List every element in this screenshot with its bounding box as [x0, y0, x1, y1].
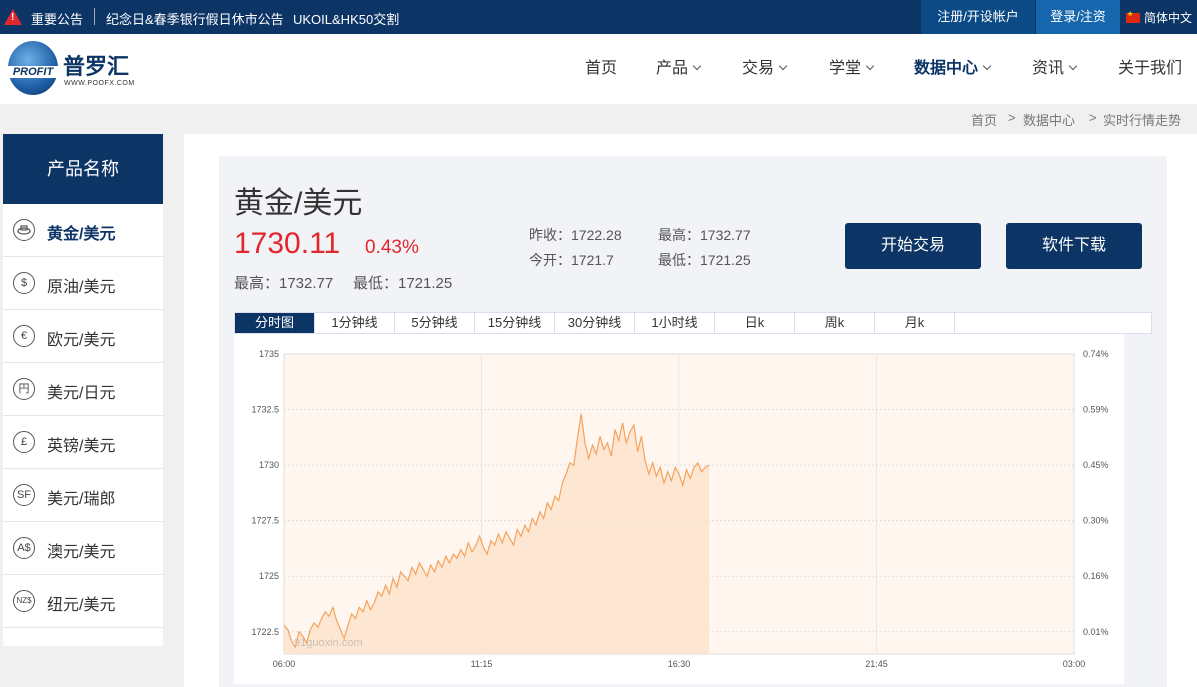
sidebar-item-4[interactable]: £ 英镑/美元 — [3, 416, 163, 469]
x-tick-label: 06:00 — [273, 659, 296, 669]
chevron-down-icon — [982, 61, 992, 71]
chevron-down-icon — [1068, 61, 1078, 71]
chart-period-tabs: 分时图 1分钟线 5分钟线 15分钟线 30分钟线 1小时线 日k 周k 月k — [234, 312, 1152, 334]
x-tick-label: 16:30 — [668, 659, 691, 669]
sidebar-item-label: 英镑/美元 — [47, 438, 116, 455]
y-tick-label: 1725 — [259, 571, 279, 581]
intraday-chart-svg: 1735 0.74% 1732.5 0.59% 1730 0.45% 1727.5 0.30%… — [251, 349, 1109, 669]
sidebar-item-1[interactable]: $ 原油/美元 — [3, 257, 163, 310]
logo-badge: PROFIT — [8, 66, 58, 78]
nzd-icon: NZ$ — [13, 590, 35, 612]
download-button[interactable]: 软件下载 — [1006, 223, 1142, 269]
sidebar-item-label: 纽元/美元 — [47, 597, 116, 614]
breadcrumb-home[interactable]: 首页 — [971, 110, 997, 129]
y-tick-label: 1732.5 — [251, 405, 279, 415]
sidebar-item-5[interactable]: SF 美元/瑞郎 — [3, 469, 163, 522]
y2-tick-label: 0.74% — [1083, 349, 1109, 359]
high-price: 最高：1732.77 — [658, 227, 751, 243]
notice-link-delivery[interactable]: UKOIL&HK50交割 — [293, 9, 399, 28]
day-high: 最高：1732.77 — [234, 275, 334, 292]
sidebar-item-label: 欧元/美元 — [47, 332, 116, 349]
y-tick-label: 1735 — [259, 349, 279, 359]
top-bar: 重要公告 纪念日&春季银行假日休市公告 UKOIL&HK50交割 注册/开设帐户… — [0, 0, 1197, 34]
aud-icon: A$ — [13, 537, 35, 559]
sidebar-item-label: 澳元/美元 — [47, 544, 116, 561]
euro-icon: € — [13, 325, 35, 347]
breadcrumb-current: 实时行情走势 — [1103, 113, 1182, 128]
nav-products[interactable]: 产品 — [656, 34, 702, 104]
y-tick-label: 1722.5 — [251, 627, 279, 637]
x-tick-label: 21:45 — [865, 659, 888, 669]
day-low: 最低：1721.25 — [353, 275, 453, 292]
watermark: 91guoxin.com — [294, 637, 363, 649]
language-selector[interactable]: 简体中文 — [1126, 9, 1192, 26]
notice-link-holiday[interactable]: 纪念日&春季银行假日休市公告 — [106, 9, 284, 28]
language-label: 简体中文 — [1144, 11, 1193, 25]
franc-icon: SF — [13, 484, 35, 506]
gold-icon — [13, 219, 35, 241]
y-tick-label: 1730 — [259, 460, 279, 470]
nav-data-center[interactable]: 数据中心 — [914, 34, 992, 104]
pound-icon: £ — [13, 431, 35, 453]
y-tick-label: 1727.5 — [251, 516, 279, 526]
product-sidebar: 产品名称 黄金/美元 $ 原油/美元 € 欧元/美元円美元/日元 £ 英镑/美元 SF 美元/瑞… — [3, 134, 163, 646]
x-tick-label: 03:00 — [1063, 659, 1086, 669]
breadcrumb-data-center[interactable]: 数据中心 — [1023, 110, 1075, 129]
nav-about[interactable]: 关于我们 — [1118, 34, 1182, 104]
login-button[interactable]: 登录/注资 — [1036, 0, 1120, 34]
dollar-icon: $ — [13, 272, 35, 294]
chevron-down-icon — [778, 61, 788, 71]
sidebar-item-label: 黄金/美元 — [47, 226, 116, 243]
tab-4[interactable]: 30分钟线 — [555, 313, 635, 333]
sidebar-item-label: 美元/瑞郎 — [47, 491, 116, 508]
sidebar-item-7[interactable]: NZ$ 纽元/美元 — [3, 575, 163, 628]
y2-tick-label: 0.45% — [1083, 460, 1109, 470]
yen-icon: 円 — [13, 378, 35, 400]
site-header: PROFIT 普罗汇 WWW.POOFX.COM 首页 产品 交易 学堂 数据中… — [0, 34, 1197, 104]
y2-tick-label: 0.59% — [1083, 405, 1109, 415]
sidebar-title: 产品名称 — [3, 134, 163, 204]
tab-2[interactable]: 5分钟线 — [395, 313, 475, 333]
product-name: 黄金/美元 — [234, 187, 363, 220]
chevron-down-icon — [865, 61, 875, 71]
notice-label[interactable]: 重要公告 — [31, 9, 83, 28]
chevron-down-icon — [692, 61, 702, 71]
divider — [94, 8, 95, 25]
tab-8[interactable]: 月k — [875, 313, 955, 333]
change-percent: 0.43% — [365, 237, 419, 258]
price-chart: 1735 0.74% 1732.5 0.59% 1730 0.45% 1727.5 0.30%… — [234, 334, 1124, 684]
tab-0[interactable]: 分时图 — [235, 313, 315, 333]
tab-6[interactable]: 日k — [715, 313, 795, 333]
tab-1[interactable]: 1分钟线 — [315, 313, 395, 333]
warning-icon — [4, 9, 22, 25]
breadcrumb-separator: > — [1089, 110, 1097, 125]
tab-5[interactable]: 1小时线 — [635, 313, 715, 333]
nav-news[interactable]: 资讯 — [1032, 34, 1078, 104]
nav-trading[interactable]: 交易 — [742, 34, 788, 104]
sidebar-item-0[interactable]: 黄金/美元 — [3, 204, 163, 257]
x-tick-label: 11:15 — [471, 659, 493, 669]
start-trading-button[interactable]: 开始交易 — [845, 223, 981, 269]
logo-url: WWW.POOFX.COM — [64, 80, 135, 87]
prev-close: 昨收：1722.28 — [529, 227, 622, 243]
y2-tick-label: 0.16% — [1083, 571, 1109, 581]
low-price: 最低：1721.25 — [658, 252, 751, 268]
tab-3[interactable]: 15分钟线 — [475, 313, 555, 333]
breadcrumb-separator: > — [1008, 110, 1016, 125]
china-flag-icon — [1126, 10, 1140, 23]
nav-academy[interactable]: 学堂 — [829, 34, 875, 104]
open-price: 今开：1721.7 — [529, 252, 614, 268]
sidebar-item-3[interactable]: 円美元/日元 — [3, 363, 163, 416]
logo-name[interactable]: 普罗汇 — [63, 49, 129, 81]
sidebar-item-2[interactable]: € 欧元/美元 — [3, 310, 163, 363]
y2-tick-label: 0.30% — [1083, 516, 1109, 526]
register-button[interactable]: 注册/开设帐户 — [921, 0, 1035, 34]
sidebar-item-6[interactable]: A$ 澳元/美元 — [3, 522, 163, 575]
y2-tick-label: 0.01% — [1083, 627, 1109, 637]
sidebar-item-label: 原油/美元 — [47, 279, 116, 296]
tab-7[interactable]: 周k — [795, 313, 875, 333]
nav-home[interactable]: 首页 — [585, 34, 617, 104]
current-price: 1730.11 — [234, 227, 341, 260]
sidebar-item-label: 美元/日元 — [47, 385, 116, 402]
